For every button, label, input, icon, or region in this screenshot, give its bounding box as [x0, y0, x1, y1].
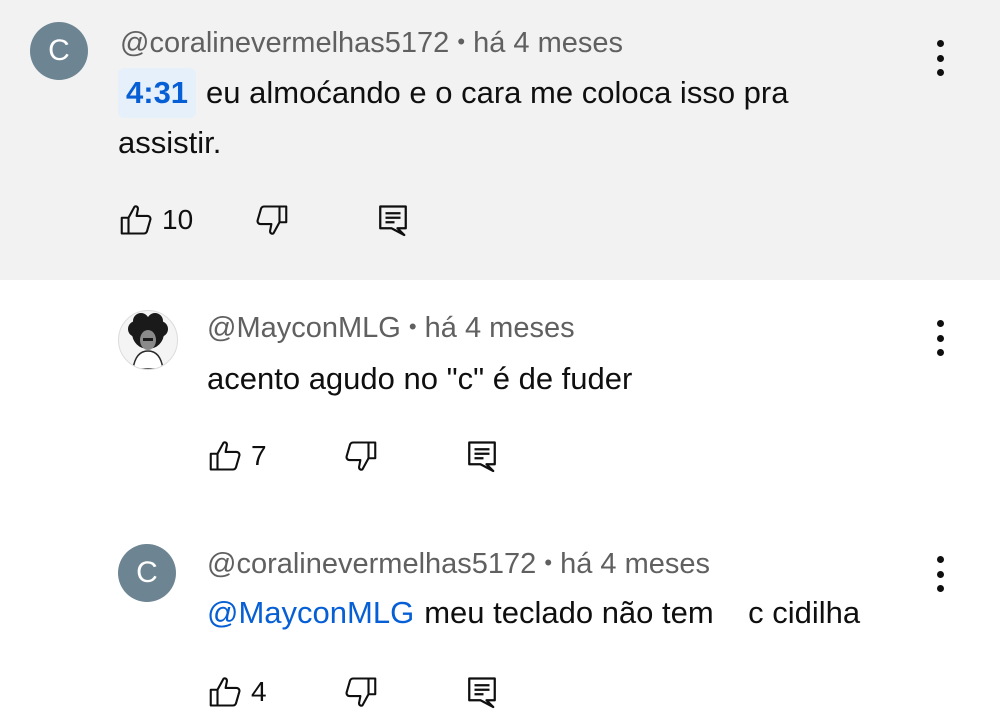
dislike-button[interactable]: [343, 674, 379, 710]
like-count: 10: [162, 204, 194, 235]
more-vert-icon[interactable]: [934, 40, 946, 76]
reply-button[interactable]: [464, 674, 500, 710]
comment-meta: @MayconMLG • há 4 meses: [207, 312, 575, 345]
author-name[interactable]: @coralinevermelhas5172: [207, 548, 536, 580]
comment-meta: @coralinevermelhas5172 • há 4 meses: [207, 548, 710, 581]
reply-comment-2: C @coralinevermelhas5172 • há 4 meses @M…: [0, 520, 1000, 718]
comment-time[interactable]: há 4 meses: [560, 548, 710, 580]
author-name[interactable]: @coralinevermelhas5172: [120, 27, 449, 59]
meta-separator: •: [544, 550, 553, 575]
comment-text: acento agudo no "c" é de fuder: [207, 354, 907, 404]
comment-thread-1: C @coralinevermelhas5172 • há 4 meses 4:…: [0, 0, 1000, 280]
action-bar: 10: [118, 202, 518, 242]
thumbs-up-icon: [207, 674, 243, 710]
comment-time[interactable]: há 4 meses: [425, 312, 575, 344]
comment-meta: @coralinevermelhas5172 • há 4 meses: [120, 27, 623, 60]
thumbs-down-icon: [254, 202, 290, 238]
thumbs-up-icon: [207, 438, 243, 474]
like-count: 4: [251, 676, 267, 707]
comment-time[interactable]: há 4 meses: [473, 27, 623, 59]
like-button[interactable]: 7: [207, 438, 267, 474]
avatar-letter: C: [48, 34, 70, 67]
comment-text: 4:31 eu almoćando e o cara me coloca isso…: [118, 68, 878, 168]
comment-body: acento agudo no "c" é de fuder: [207, 361, 633, 396]
mention-link[interactable]: @MayconMLG: [207, 595, 414, 630]
dislike-button[interactable]: [343, 438, 379, 474]
timestamp-link[interactable]: 4:31: [118, 68, 197, 118]
comment-body: meu teclado não tem c cidilha: [424, 595, 861, 630]
avatar-image: [128, 313, 168, 369]
meta-separator: •: [457, 29, 466, 54]
action-bar: 7: [207, 438, 607, 478]
thumbs-down-icon: [343, 674, 379, 710]
dislike-button[interactable]: [254, 202, 290, 238]
like-count: 7: [251, 440, 267, 471]
comment-text: @MayconMLG meu teclado não tem c cidilha: [207, 588, 947, 638]
avatar[interactable]: C: [118, 544, 176, 602]
reply-icon: [375, 202, 411, 238]
avatar-letter: C: [136, 556, 158, 589]
action-bar: 4: [207, 674, 607, 714]
more-vert-icon[interactable]: [934, 320, 946, 356]
like-button[interactable]: 10: [118, 202, 193, 238]
meta-separator: •: [408, 314, 417, 339]
avatar[interactable]: C: [30, 22, 88, 80]
reply-comment-1: @MayconMLG • há 4 meses acento agudo no …: [0, 280, 1000, 520]
thumbs-down-icon: [343, 438, 379, 474]
like-button[interactable]: 4: [207, 674, 267, 710]
reply-button[interactable]: [464, 438, 500, 474]
avatar[interactable]: [118, 310, 178, 370]
reply-button[interactable]: [375, 202, 411, 238]
comment-body: eu almoćando e o cara me coloca isso pra…: [118, 75, 789, 160]
thumbs-up-icon: [118, 202, 154, 238]
reply-icon: [464, 438, 500, 474]
reply-icon: [464, 674, 500, 710]
more-vert-icon[interactable]: [934, 556, 946, 592]
author-name[interactable]: @MayconMLG: [207, 312, 401, 344]
